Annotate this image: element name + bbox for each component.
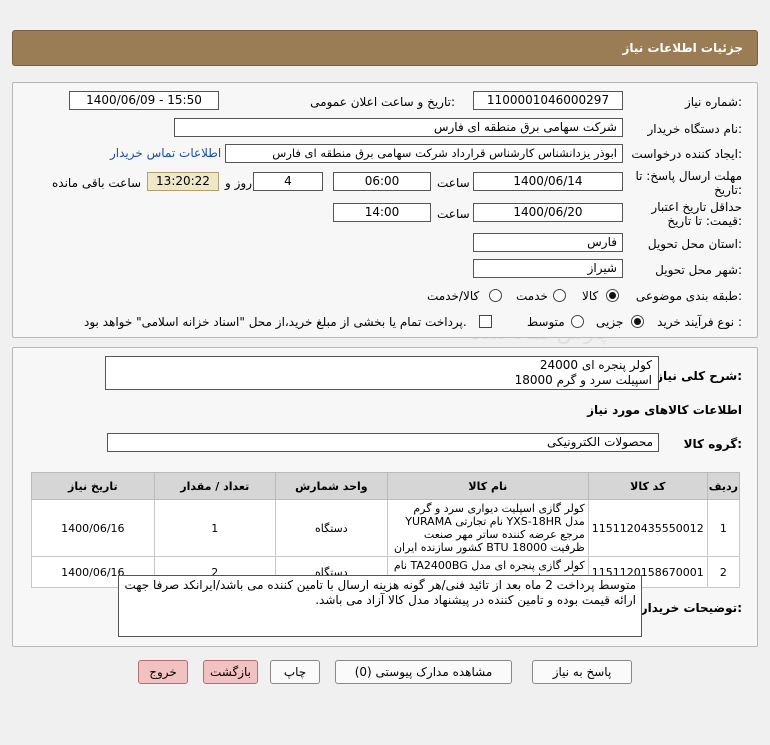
validity-time-field: 14:00 <box>333 203 431 222</box>
process-option-minor: جزیی <box>596 315 624 329</box>
process-option-medium: متوسط <box>527 315 565 329</box>
summary-label: شرح کلی نیاز: <box>656 369 742 383</box>
city-label: شهر محل تحویل: <box>655 263 742 277</box>
treasury-payment-note: پرداخت تمام یا بخشی از مبلغ خرید،از محل … <box>84 315 467 329</box>
cell-date: 1400/06/16 <box>31 499 155 557</box>
province-label: استان محل تحویل: <box>647 237 742 251</box>
deadline-date-field: 1400/06/14 <box>473 172 623 191</box>
summary-line-2: اسپیلت سرد و گرم 18000 <box>514 373 652 387</box>
creator-field: ابوذر یزدانشناس کارشناس قرارداد شرکت سها… <box>225 144 623 163</box>
back-button[interactable]: بازگشت <box>203 660 258 684</box>
remaining-days-field: 4 <box>253 172 323 191</box>
goods-section-title: اطلاعات کالاهای مورد نیاز <box>587 403 742 417</box>
goods-group-label: گروه کالا: <box>683 437 742 451</box>
province-field: فارس <box>473 233 623 252</box>
validity-label-line2: قیمت: تا تاریخ: <box>667 214 742 228</box>
category-option-goods: کالا <box>582 289 599 303</box>
summary-box: کولر پنجره ای 24000 اسپیلت سرد و گرم 180… <box>105 356 659 390</box>
table-row: 1 1151120435550012 کولر گازی اسپلیت دیوا… <box>31 499 741 557</box>
creator-label: ایجاد کننده درخواست: <box>631 147 742 161</box>
category-radio-goods[interactable] <box>606 289 619 302</box>
col-header-name: نام کالا <box>386 472 589 500</box>
col-header-code: کد کالا <box>587 472 708 500</box>
goods-table-header: ردیف کد کالا نام کالا واحد شمارش تعداد /… <box>31 472 741 500</box>
need-number-field: 1100001046000297 <box>473 91 623 110</box>
cell-qty: 1 <box>153 499 276 557</box>
process-label: نوع فرآیند خرید : <box>657 315 742 329</box>
page-header: جزئیات اطلاعات نیاز <box>12 30 758 66</box>
validity-time-label: ساعت <box>437 207 470 221</box>
print-button[interactable]: چاپ <box>270 660 320 684</box>
buyer-field: شرکت سهامی برق منطقه ای فارس <box>174 118 623 137</box>
treasury-payment-checkbox[interactable] <box>479 315 492 328</box>
need-number-label: شماره نیاز: <box>684 95 742 109</box>
category-radio-goods-service[interactable] <box>489 289 502 302</box>
remaining-label: ساعت باقی مانده <box>52 176 142 190</box>
category-radio-service[interactable] <box>553 289 566 302</box>
category-option-service: خدمت <box>516 289 548 303</box>
attachments-button[interactable]: مشاهده مدارک پیوستی (0) <box>335 660 512 684</box>
process-radio-minor[interactable] <box>631 315 644 328</box>
col-header-row: ردیف <box>706 472 741 500</box>
buyer-notes-box: متوسط پرداخت 2 ماه بعد از تائید فنی/هر گ… <box>118 575 642 637</box>
reply-button[interactable]: پاسخ به نیاز <box>532 660 632 684</box>
summary-line-1: کولر پنجره ای 24000 <box>539 358 652 372</box>
buyer-label: نام دستگاه خریدار: <box>647 122 743 136</box>
buyer-contact-link[interactable]: اطلاعات تماس خریدار <box>110 146 221 160</box>
category-option-goods-service: کالا/خدمت <box>427 289 480 303</box>
buyer-notes-label: توضیحات خریدار: <box>640 601 742 615</box>
cell-unit: دستگاه <box>274 499 388 557</box>
announce-field: 1400/06/09 - 15:50 <box>69 91 219 110</box>
remaining-time-field: 13:20:22 <box>147 172 219 191</box>
announce-label: تاریخ و ساعت اعلان عمومی: <box>310 95 455 109</box>
cell-code: 1151120435550012 <box>587 499 708 557</box>
cell-name: کولر گازی اسپلیت دیواری سرد و گرم مدل YX… <box>386 499 589 557</box>
deadline-label-line2: تاریخ: <box>714 183 742 197</box>
category-label: طبقه بندی موضوعی: <box>635 289 742 303</box>
exit-button[interactable]: خروج <box>138 660 188 684</box>
validity-date-field: 1400/06/20 <box>473 203 623 222</box>
deadline-time-label: ساعت <box>437 176 470 190</box>
city-field: شیراز <box>473 259 623 278</box>
cell-row: 1 <box>706 499 741 557</box>
goods-group-field: محصولات الکترونیکی <box>107 433 659 452</box>
col-header-qty: تعداد / مقدار <box>153 472 276 500</box>
col-header-unit: واحد شمارش <box>274 472 388 500</box>
cell-row: 2 <box>706 556 741 588</box>
deadline-time-field: 06:00 <box>333 172 431 191</box>
goods-table: ردیف کد کالا نام کالا واحد شمارش تعداد /… <box>31 472 741 588</box>
process-radio-medium[interactable] <box>571 315 584 328</box>
days-label: روز و <box>225 176 252 190</box>
col-header-date: تاریخ نیاز <box>31 472 155 500</box>
